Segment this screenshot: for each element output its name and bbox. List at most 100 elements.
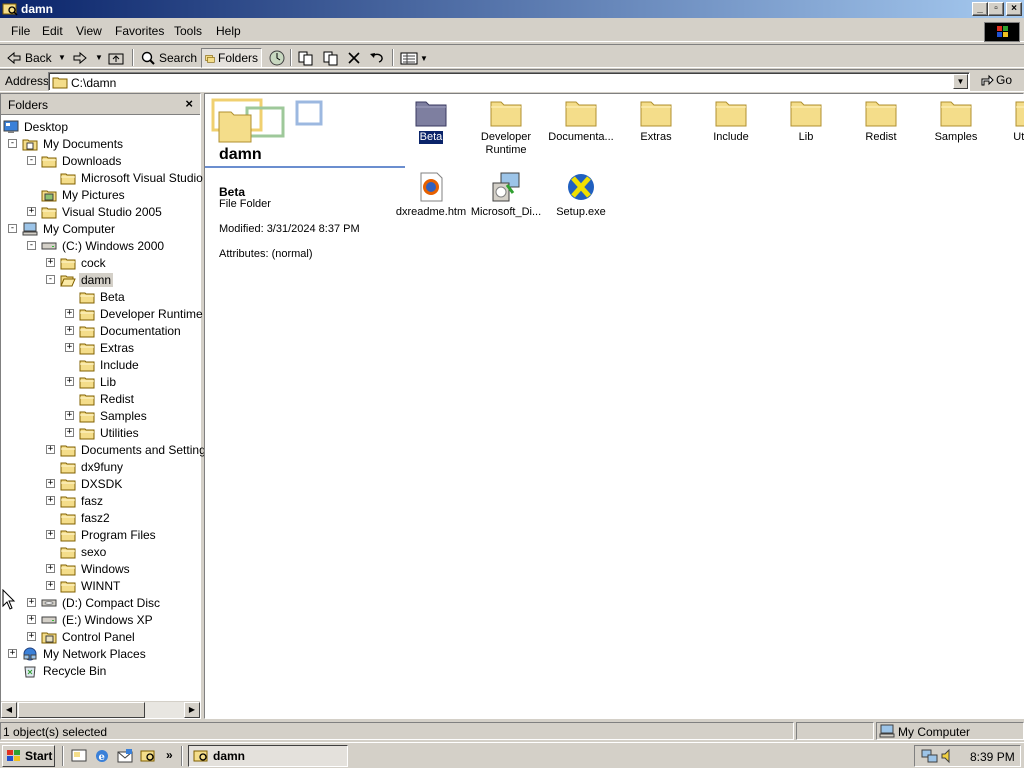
scroll-right-icon[interactable]: ▶ [184,702,200,718]
file-item[interactable]: Beta [393,96,469,145]
close-button[interactable]: × [1006,2,1022,16]
close-icon[interactable]: × [185,96,193,111]
tree-item[interactable]: (C:) Windows 2000 [41,237,166,254]
clock[interactable]: 8:39 PM [970,750,1015,764]
tree-item[interactable]: dx9funy [60,458,125,475]
tree-item[interactable]: DXSDK [60,475,124,492]
tree-item[interactable]: (D:) Compact Disc [41,594,162,611]
tree-item[interactable]: Desktop [3,118,70,135]
collapse-icon[interactable]: - [8,139,17,148]
taskbar-button-damn[interactable]: damn [188,745,348,767]
tree-item[interactable]: fasz [60,492,105,509]
scrollbar-thumb[interactable] [18,702,145,718]
tree-item[interactable]: (E:) Windows XP [41,611,155,628]
tree-item[interactable]: WINNT [60,577,122,594]
start-button[interactable]: Start [2,745,55,767]
expand-icon[interactable]: + [46,479,55,488]
tree-item[interactable]: My Documents [22,135,125,152]
tree-item[interactable]: Utilities [79,424,141,441]
tree-item[interactable]: Downloads [41,152,123,169]
file-item[interactable]: Extras [618,96,694,144]
quick-launch-overflow-icon[interactable]: » [166,748,173,762]
tree-item[interactable]: sexo [60,543,108,560]
expand-icon[interactable]: + [46,496,55,505]
menu-favorites[interactable]: Favorites [115,24,164,38]
tree-item[interactable]: My Network Places [22,645,148,662]
tree-item[interactable]: Extras [79,339,136,356]
title-bar[interactable]: damn _ ▫ × [0,0,1024,18]
explorer-icon[interactable] [140,748,156,764]
collapse-icon[interactable]: - [27,241,36,250]
expand-icon[interactable]: + [46,258,55,267]
menu-edit[interactable]: Edit [42,24,63,38]
tree-item[interactable]: Developer Runtime [79,305,205,322]
views-button[interactable]: ▼ [400,48,428,68]
tree-item[interactable]: damn [60,271,114,288]
expand-icon[interactable]: + [65,411,74,420]
address-dropdown-icon[interactable]: ▼ [953,74,968,89]
forward-button[interactable] [72,48,88,68]
expand-icon[interactable]: + [65,326,74,335]
delete-button[interactable] [347,48,361,68]
file-item[interactable]: Developer Runtime [468,96,544,157]
file-item[interactable]: Redist [843,96,919,144]
expand-icon[interactable]: + [27,615,36,624]
menu-view[interactable]: View [76,24,102,38]
tree-item[interactable]: Beta [79,288,127,305]
move-to-button[interactable] [297,48,314,68]
folders-button[interactable]: Folders [201,48,262,68]
expand-icon[interactable]: + [46,564,55,573]
file-item[interactable]: Microsoft_Di... [468,171,544,219]
internet-explorer-icon[interactable]: e [94,748,110,764]
tree-item[interactable]: Microsoft Visual Studio 6. [60,169,218,186]
history-button[interactable] [268,48,286,68]
expand-icon[interactable]: + [65,377,74,386]
file-item[interactable]: Setup.exe [543,171,619,219]
file-item[interactable]: Samples [918,96,994,144]
tree-item[interactable]: Documents and Settings [60,441,214,458]
go-button[interactable]: Go [980,73,1012,87]
show-desktop-icon[interactable] [71,748,87,764]
expand-icon[interactable]: + [27,598,36,607]
collapse-icon[interactable]: - [27,156,36,165]
expand-icon[interactable]: + [46,581,55,590]
address-input[interactable]: C:\damn ▼ [48,72,970,91]
collapse-icon[interactable]: - [8,224,17,233]
minimize-button[interactable]: _ [972,2,988,16]
expand-icon[interactable]: + [46,530,55,539]
maximize-button[interactable]: ▫ [988,2,1004,16]
back-dropdown-icon[interactable]: ▼ [58,53,66,62]
expand-icon[interactable]: + [27,632,36,641]
tree-item[interactable]: Control Panel [41,628,137,645]
undo-button[interactable] [369,48,387,68]
back-button[interactable]: Back [6,48,52,68]
expand-icon[interactable]: + [65,343,74,352]
expand-icon[interactable]: + [27,207,36,216]
file-item[interactable]: Utilities [993,96,1024,144]
outlook-express-icon[interactable] [117,748,133,764]
tree-item[interactable]: My Computer [22,220,117,237]
menu-help[interactable]: Help [216,24,241,38]
file-item[interactable]: Documenta... [543,96,619,144]
menu-tools[interactable]: Tools [174,24,202,38]
horizontal-scrollbar[interactable]: ◀ ▶ [1,701,200,718]
collapse-icon[interactable]: - [46,275,55,284]
file-item[interactable]: Lib [768,96,844,144]
tree-item[interactable]: fasz2 [60,509,112,526]
tree-item[interactable]: Windows [60,560,132,577]
tree-item[interactable]: Visual Studio 2005 [41,203,164,220]
tree-item[interactable]: Include [79,356,141,373]
tree-item[interactable]: Program Files [60,526,158,543]
up-button[interactable] [108,48,125,68]
tree-item[interactable]: Samples [79,407,149,424]
scroll-left-icon[interactable]: ◀ [1,702,17,718]
volume-tray-icon[interactable] [940,748,956,764]
expand-icon[interactable]: + [46,445,55,454]
expand-icon[interactable]: + [65,428,74,437]
tree-item[interactable]: Redist [79,390,136,407]
tree-item[interactable]: Recycle Bin [22,662,108,679]
tree-item[interactable]: Documentation [79,322,183,339]
tree-item[interactable]: My Pictures [41,186,127,203]
tree-item[interactable]: cock [60,254,108,271]
file-item[interactable]: Include [693,96,769,144]
